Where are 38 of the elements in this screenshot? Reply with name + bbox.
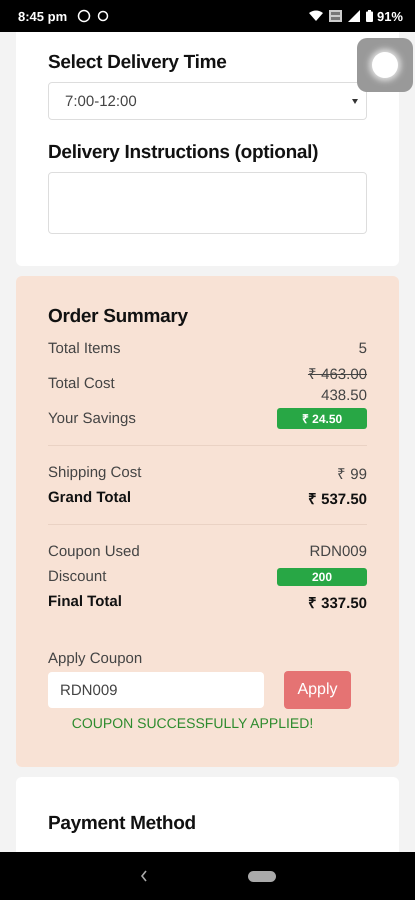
section-heading: Delivery Instructions (optional) [48,142,320,164]
row-value: ₹ 99 [337,464,367,482]
success-message: COUPON SUCCESSFULLY APPLIED! [70,715,314,731]
row-label: Total Items [48,340,121,357]
time-dropdown[interactable]: 7:00-12:00 [48,82,367,120]
row-label: Coupon Used [48,543,140,560]
section-heading: Payment Method [48,813,197,835]
amount-badge: ₹ 24.50 [277,408,367,429]
instructions-field[interactable] [48,172,367,234]
chat-icon [77,9,92,23]
row-value: ₹ 337.50 [308,594,367,612]
row-label: Discount [48,568,106,585]
coupon-field[interactable]: RDN009 [48,672,264,708]
data-icon [328,10,342,22]
section-heading: Order Summary [48,306,189,328]
section-heading: Select Delivery Time [48,52,228,74]
status-time: 8:45 pm [18,8,68,24]
signal-icon [348,10,360,22]
row-label: Final Total [48,593,122,610]
row-value: 438.50 [321,387,367,404]
row-value: RDN009 [309,543,367,560]
assistive-touch-button[interactable] [357,38,413,92]
home-handle[interactable] [248,870,276,882]
coupon-label: Apply Coupon [48,650,144,667]
battery-icon [366,10,373,22]
amount-badge: 200 [277,568,367,586]
original-price: ₹ 463.00 [308,365,367,383]
battery-level: 91% [376,8,403,24]
caret-icon [352,98,358,104]
row-label: Grand Total [48,489,132,506]
row-value: 5 [358,340,367,357]
row-label: Your Savings [48,410,136,427]
row-value: ₹ 537.50 [308,490,367,508]
back-icon[interactable] [140,870,148,882]
row-label: Shipping Cost [48,464,142,481]
circle-icon [97,10,110,22]
row-label: Total Cost [48,375,115,392]
wifi-icon [308,10,323,22]
